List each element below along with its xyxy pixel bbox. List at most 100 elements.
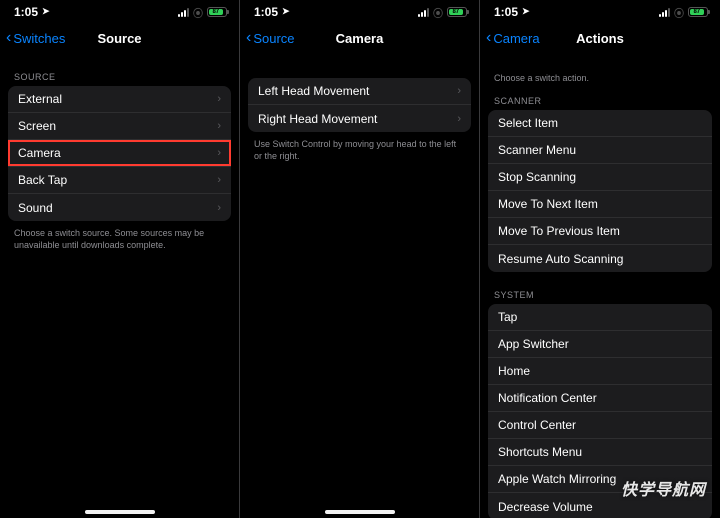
row-stop-scanning[interactable]: Stop Scanning bbox=[488, 164, 712, 191]
back-button[interactable]: ‹ Source bbox=[246, 22, 295, 54]
row-select-item[interactable]: Select Item bbox=[488, 110, 712, 137]
chevron-left-icon: ‹ bbox=[246, 30, 251, 46]
row-home[interactable]: Home bbox=[488, 358, 712, 385]
row-label: Decrease Volume bbox=[498, 500, 593, 514]
three-phone-layout: 1:05 ➤ ⦿ 87 ‹ Switches Source SOURCE Ext… bbox=[0, 0, 720, 518]
location-icon: ➤ bbox=[42, 6, 50, 17]
row-label: Home bbox=[498, 364, 530, 378]
cellular-icon bbox=[659, 7, 670, 17]
row-scanner-menu[interactable]: Scanner Menu bbox=[488, 137, 712, 164]
row-external[interactable]: External › bbox=[8, 86, 231, 113]
row-label: Back Tap bbox=[18, 173, 67, 187]
row-label: Control Center bbox=[498, 418, 576, 432]
row-move-prev[interactable]: Move To Previous Item bbox=[488, 218, 712, 245]
chevron-left-icon: ‹ bbox=[6, 30, 11, 46]
chevron-right-icon: › bbox=[457, 113, 461, 125]
row-label: Stop Scanning bbox=[498, 170, 576, 184]
status-left: 1:05 ➤ bbox=[14, 5, 50, 19]
status-bar: 1:05 ➤ ⦿ 87 bbox=[480, 0, 720, 22]
chevron-left-icon: ‹ bbox=[486, 30, 491, 46]
nav-title: Source bbox=[97, 31, 141, 46]
phone-actions: 1:05 ➤ ⦿ 87 ‹ Camera Actions Choose a sw… bbox=[480, 0, 720, 518]
row-label: Move To Previous Item bbox=[498, 224, 620, 238]
status-right: ⦿ 87 bbox=[659, 5, 708, 20]
row-control-center[interactable]: Control Center bbox=[488, 412, 712, 439]
row-right-head[interactable]: Right Head Movement › bbox=[248, 105, 471, 132]
home-indicator[interactable] bbox=[325, 510, 395, 514]
row-back-tap[interactable]: Back Tap › bbox=[8, 167, 231, 194]
row-sound[interactable]: Sound › bbox=[8, 194, 231, 221]
row-screen[interactable]: Screen › bbox=[8, 113, 231, 140]
battery-icon: 87 bbox=[447, 7, 467, 17]
back-button[interactable]: ‹ Switches bbox=[6, 22, 65, 54]
row-label: Camera bbox=[18, 146, 61, 160]
section-footer: Use Switch Control by moving your head t… bbox=[240, 132, 479, 162]
scanner-group: Select Item Scanner Menu Stop Scanning M… bbox=[488, 110, 712, 272]
back-label: Camera bbox=[493, 31, 539, 46]
phone-camera: 1:05 ➤ ⦿ 87 ‹ Source Camera Left Head Mo… bbox=[240, 0, 480, 518]
row-label: Left Head Movement bbox=[258, 84, 369, 98]
row-label: App Switcher bbox=[498, 337, 569, 351]
row-resume-auto[interactable]: Resume Auto Scanning bbox=[488, 245, 712, 272]
cellular-icon bbox=[418, 7, 429, 17]
row-label: Scanner Menu bbox=[498, 143, 576, 157]
section-header-source: SOURCE bbox=[0, 54, 239, 86]
camera-group: Left Head Movement › Right Head Movement… bbox=[248, 78, 471, 132]
section-footer: Choose a switch source. Some sources may… bbox=[0, 221, 239, 251]
section-header-scanner: SCANNER bbox=[480, 84, 720, 110]
row-move-next[interactable]: Move To Next Item bbox=[488, 191, 712, 218]
battery-icon: 87 bbox=[688, 7, 708, 17]
row-label: Apple Watch Mirroring bbox=[498, 472, 616, 486]
status-right: ⦿ 87 bbox=[418, 5, 467, 20]
status-left: 1:05 ➤ bbox=[254, 5, 290, 19]
row-label: Select Item bbox=[498, 116, 558, 130]
nav-title: Actions bbox=[576, 31, 624, 46]
cellular-icon bbox=[178, 7, 189, 17]
row-label: Right Head Movement bbox=[258, 112, 377, 126]
chevron-right-icon: › bbox=[217, 120, 221, 132]
row-label: Notification Center bbox=[498, 391, 597, 405]
pre-note: Choose a switch action. bbox=[480, 54, 720, 84]
watermark: 快学导航网 bbox=[621, 476, 706, 500]
section-header-system: SYSTEM bbox=[480, 272, 720, 304]
row-label: Tap bbox=[498, 310, 517, 324]
row-label: Screen bbox=[18, 119, 56, 133]
chevron-right-icon: › bbox=[217, 202, 221, 214]
row-camera[interactable]: Camera › bbox=[8, 140, 231, 167]
wifi-icon: ⦿ bbox=[433, 5, 443, 20]
wifi-icon: ⦿ bbox=[674, 5, 684, 20]
row-app-switcher[interactable]: App Switcher bbox=[488, 331, 712, 358]
source-group: External › Screen › Camera › Back Tap › … bbox=[8, 86, 231, 221]
phone-source: 1:05 ➤ ⦿ 87 ‹ Switches Source SOURCE Ext… bbox=[0, 0, 240, 518]
location-icon: ➤ bbox=[522, 6, 530, 17]
status-time: 1:05 bbox=[254, 5, 278, 19]
status-bar: 1:05 ➤ ⦿ 87 bbox=[240, 0, 479, 22]
location-icon: ➤ bbox=[282, 6, 290, 17]
back-label: Switches bbox=[13, 31, 65, 46]
home-indicator[interactable] bbox=[85, 510, 155, 514]
wifi-icon: ⦿ bbox=[193, 5, 203, 20]
row-label: Move To Next Item bbox=[498, 197, 598, 211]
nav-bar: ‹ Camera Actions bbox=[480, 22, 720, 54]
nav-bar: ‹ Source Camera bbox=[240, 22, 479, 54]
row-label: External bbox=[18, 92, 62, 106]
status-time: 1:05 bbox=[14, 5, 38, 19]
chevron-right-icon: › bbox=[217, 174, 221, 186]
row-left-head[interactable]: Left Head Movement › bbox=[248, 78, 471, 105]
back-button[interactable]: ‹ Camera bbox=[486, 22, 540, 54]
row-shortcuts-menu[interactable]: Shortcuts Menu bbox=[488, 439, 712, 466]
row-label: Sound bbox=[18, 201, 53, 215]
chevron-right-icon: › bbox=[217, 147, 221, 159]
row-label: Shortcuts Menu bbox=[498, 445, 582, 459]
status-bar: 1:05 ➤ ⦿ 87 bbox=[0, 0, 239, 22]
row-tap[interactable]: Tap bbox=[488, 304, 712, 331]
status-time: 1:05 bbox=[494, 5, 518, 19]
row-label: Resume Auto Scanning bbox=[498, 252, 623, 266]
row-notification-center[interactable]: Notification Center bbox=[488, 385, 712, 412]
status-right: ⦿ 87 bbox=[178, 5, 227, 20]
nav-title: Camera bbox=[336, 31, 384, 46]
status-left: 1:05 ➤ bbox=[494, 5, 530, 19]
nav-bar: ‹ Switches Source bbox=[0, 22, 239, 54]
chevron-right-icon: › bbox=[457, 85, 461, 97]
chevron-right-icon: › bbox=[217, 93, 221, 105]
